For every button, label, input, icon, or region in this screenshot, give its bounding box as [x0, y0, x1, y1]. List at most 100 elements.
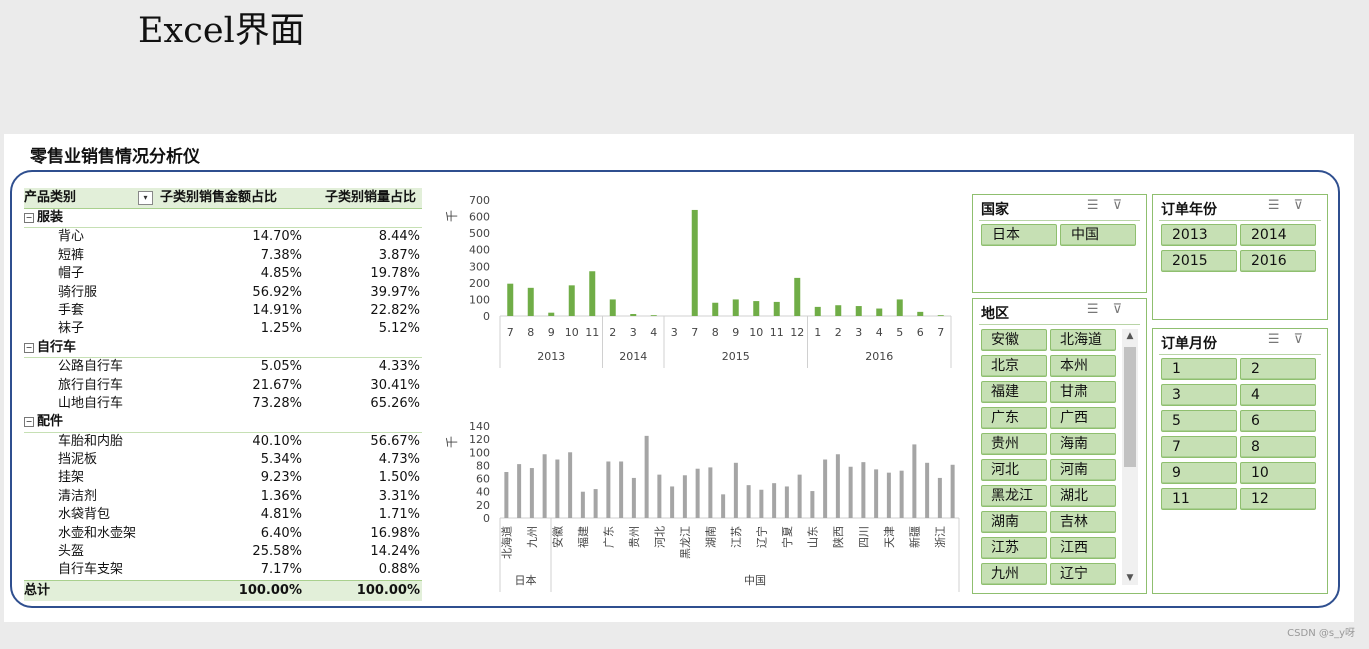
- month-option[interactable]: 8: [1240, 436, 1316, 458]
- region-option[interactable]: 北海道: [1050, 329, 1116, 351]
- region-option[interactable]: 福建: [981, 381, 1047, 403]
- bar: [861, 462, 866, 518]
- pivot-filter-dropdown-icon[interactable]: ▾: [138, 191, 153, 205]
- region-option[interactable]: 河北: [981, 459, 1047, 481]
- country-option[interactable]: 中国: [1060, 224, 1136, 246]
- pivot-item-row[interactable]: 挂架 9.23% 1.50%: [24, 469, 422, 487]
- country-option[interactable]: 日本: [981, 224, 1057, 246]
- region-option[interactable]: 湖南: [981, 511, 1047, 533]
- scroll-thumb[interactable]: [1124, 347, 1136, 467]
- month-option[interactable]: 11: [1161, 488, 1237, 510]
- region-option[interactable]: 广西: [1050, 407, 1116, 429]
- year-option[interactable]: 2014: [1240, 224, 1316, 246]
- region-scrollbar[interactable]: ▲ ▼: [1122, 329, 1138, 585]
- month-option[interactable]: 9: [1161, 462, 1237, 484]
- bar: [874, 469, 879, 518]
- collapse-icon[interactable]: −: [24, 213, 34, 223]
- slicer-toolbar: ☰⊽: [1268, 198, 1317, 213]
- pivot-item-row[interactable]: 头盔 25.58% 14.24%: [24, 543, 422, 561]
- bar: [507, 283, 514, 316]
- scroll-down-icon[interactable]: ▼: [1122, 571, 1138, 585]
- month-option[interactable]: 10: [1240, 462, 1316, 484]
- region-option[interactable]: 甘肃: [1050, 381, 1116, 403]
- bar: [619, 461, 624, 518]
- pivot-item-label: 水壶和水壶架: [58, 525, 137, 541]
- month-option[interactable]: 2: [1240, 358, 1316, 380]
- year-option[interactable]: 2013: [1161, 224, 1237, 246]
- region-option[interactable]: 安徽: [981, 329, 1047, 351]
- pivot-item-row[interactable]: 挡泥板 5.34% 4.73%: [24, 451, 422, 469]
- sales-by-region-chart: 千 020406080100120140 北海道 九州日本 安徽 福建 广东 贵州 河北 黑龙江湖…: [445, 420, 960, 592]
- scroll-up-icon[interactable]: ▲: [1122, 329, 1138, 343]
- clear-filter-icon[interactable]: ⊽: [1112, 198, 1136, 213]
- region-option[interactable]: 海南: [1050, 433, 1116, 455]
- pivot-item-row[interactable]: 清洁剂 1.36% 3.31%: [24, 488, 422, 506]
- pivot-item-row[interactable]: 帽子 4.85% 19.78%: [24, 265, 422, 283]
- region-option[interactable]: 吉林: [1050, 511, 1116, 533]
- pivot-item-qty: 3.87%: [378, 247, 420, 263]
- region-option[interactable]: 江西: [1050, 537, 1116, 559]
- pivot-item-row[interactable]: 自行车支架 7.17% 0.88%: [24, 561, 422, 579]
- region-option[interactable]: 河南: [1050, 459, 1116, 481]
- month-option[interactable]: 12: [1240, 488, 1316, 510]
- y-tick-label: 0: [483, 310, 490, 323]
- pivot-category-row[interactable]: − 配件: [24, 413, 422, 433]
- pivot-item-row[interactable]: 背心 14.70% 8.44%: [24, 228, 422, 246]
- pivot-item-row[interactable]: 短裤 7.38% 3.87%: [24, 247, 422, 265]
- pivot-category-row[interactable]: − 服装: [24, 209, 422, 229]
- month-option[interactable]: 6: [1240, 410, 1316, 432]
- pivot-item-label: 车胎和内胎: [58, 433, 124, 449]
- multi-select-icon[interactable]: ☰: [1087, 302, 1113, 317]
- bar: [555, 459, 560, 518]
- bar: [712, 302, 719, 316]
- pivot-item-label: 自行车支架: [58, 562, 124, 578]
- collapse-icon[interactable]: −: [24, 342, 34, 353]
- region-option[interactable]: 北京: [981, 355, 1047, 377]
- pivot-category-row[interactable]: − 自行车: [24, 339, 422, 359]
- group-label: 日本: [515, 573, 537, 587]
- pivot-item-row[interactable]: 水袋背包 4.81% 1.71%: [24, 506, 422, 524]
- month-option[interactable]: 3: [1161, 384, 1237, 406]
- multi-select-icon[interactable]: ☰: [1087, 198, 1113, 213]
- group-label: 2013: [537, 350, 565, 363]
- pivot-item-qty: 4.33%: [378, 359, 420, 375]
- multi-select-icon[interactable]: ☰: [1268, 198, 1294, 213]
- pivot-item-row[interactable]: 骑行服 56.92% 39.97%: [24, 284, 422, 302]
- pivot-item-row[interactable]: 旅行自行车 21.67% 30.41%: [24, 377, 422, 395]
- pivot-item-row[interactable]: 袜子 1.25% 5.12%: [24, 320, 422, 338]
- x-tick-label: 10: [749, 326, 763, 339]
- pivot-item-row[interactable]: 水壶和水壶架 6.40% 16.98%: [24, 525, 422, 543]
- month-option[interactable]: 7: [1161, 436, 1237, 458]
- region-option[interactable]: 本州: [1050, 355, 1116, 377]
- region-option[interactable]: 湖北: [1050, 485, 1116, 507]
- region-option[interactable]: 广东: [981, 407, 1047, 429]
- region-option[interactable]: 九州: [981, 563, 1047, 585]
- pivot-item-amount: 14.70%: [252, 229, 302, 245]
- month-option[interactable]: 4: [1240, 384, 1316, 406]
- pivot-item-row[interactable]: 公路自行车 5.05% 4.33%: [24, 358, 422, 376]
- pivot-item-row[interactable]: 山地自行车 73.28% 65.26%: [24, 395, 422, 413]
- pivot-item-qty: 16.98%: [370, 525, 420, 541]
- year-option[interactable]: 2015: [1161, 250, 1237, 272]
- year-option[interactable]: 2016: [1240, 250, 1316, 272]
- clear-filter-icon[interactable]: ⊽: [1293, 198, 1317, 213]
- month-option[interactable]: 5: [1161, 410, 1237, 432]
- x-tick-label: 辽宁: [754, 526, 768, 548]
- collapse-icon[interactable]: −: [24, 417, 34, 428]
- region-option[interactable]: 黑龙江: [981, 485, 1047, 507]
- clear-filter-icon[interactable]: ⊽: [1112, 302, 1136, 317]
- y-tick-label: 600: [469, 211, 490, 224]
- region-slicer: 地区 ☰⊽ 安徽 北海道 北京 本州 福建 甘肃 广东 广西 贵州 海南 河北 河南 黑龙江 湖北 湖南 吉林 江苏…: [972, 298, 1147, 594]
- region-option[interactable]: 江苏: [981, 537, 1047, 559]
- pivot-item-row[interactable]: 手套 14.91% 22.82%: [24, 302, 422, 320]
- pivot-item-row[interactable]: 车胎和内胎 40.10% 56.67%: [24, 433, 422, 451]
- clear-filter-icon[interactable]: ⊽: [1293, 332, 1317, 347]
- month-option[interactable]: 1: [1161, 358, 1237, 380]
- multi-select-icon[interactable]: ☰: [1268, 332, 1294, 347]
- month-slicer: 订单月份 ☰⊽ 1 2 3 4 5 6 7 8 9 10 11 12: [1152, 328, 1328, 594]
- group-label: 2015: [722, 350, 750, 363]
- pivot-item-amount: 1.36%: [260, 488, 302, 504]
- region-option[interactable]: 辽宁: [1050, 563, 1116, 585]
- region-option[interactable]: 贵州: [981, 433, 1047, 455]
- slicer-divider: [979, 220, 1140, 221]
